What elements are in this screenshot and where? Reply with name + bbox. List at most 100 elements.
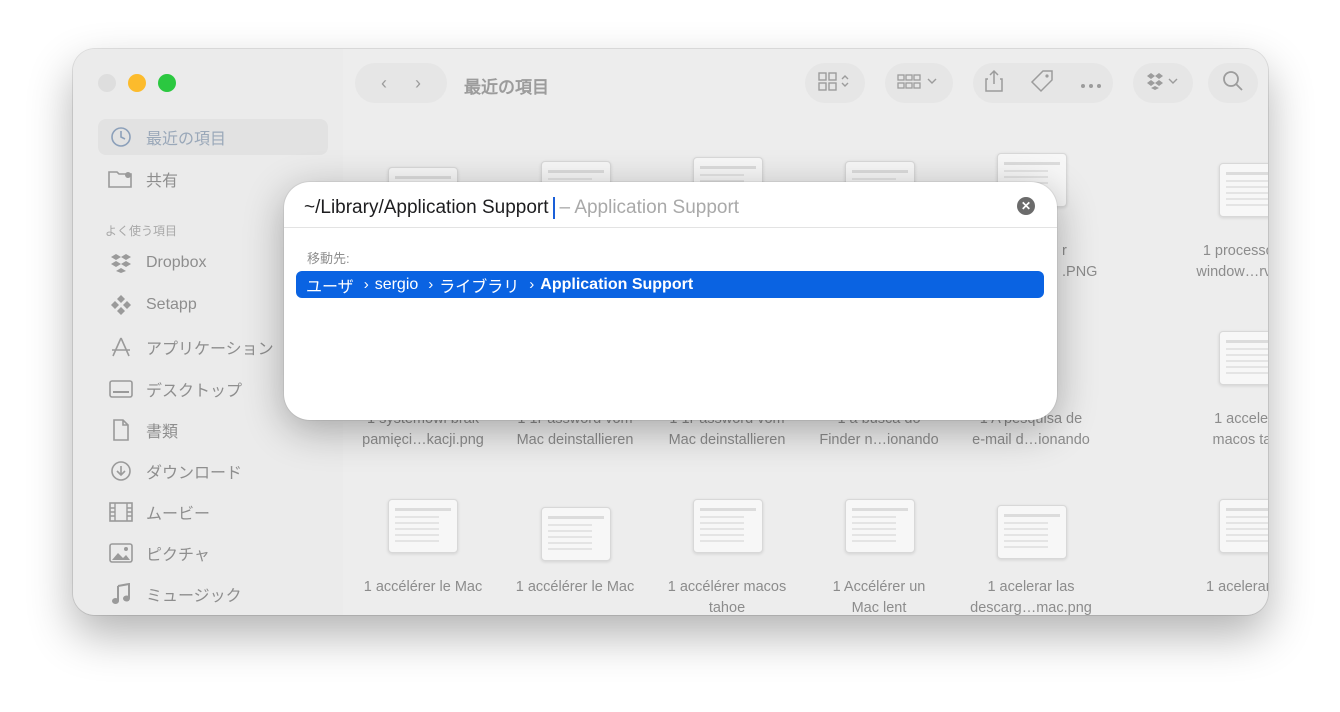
file-name-line1: r [1062, 243, 1067, 259]
file-name-line2: Mac lent [851, 600, 907, 615]
file-thumbnail[interactable] [1219, 331, 1268, 385]
divider [284, 227, 1057, 228]
sidebar-item-movies[interactable]: ムービー [98, 494, 328, 530]
file-name-line2: Mac deinstallieren [668, 432, 786, 448]
close-icon: ✕ [1020, 199, 1032, 213]
breadcrumb-item-current: Application Support [540, 275, 694, 293]
breadcrumb-item: ユーザ [306, 278, 354, 296]
setapp-icon [108, 294, 134, 316]
file-item[interactable]: 1 acelerar las descarg…mac.png [956, 577, 1106, 615]
path-completion-hint: – Application Support [559, 197, 740, 218]
more-icon[interactable] [1080, 73, 1102, 94]
file-item[interactable]: 1 accélérer macos tahoe [652, 577, 802, 615]
file-name-line2: Mac deinstallieren [516, 432, 634, 448]
share-icon[interactable] [984, 69, 1004, 98]
go-to-folder-dialog: ~/Library/Application Support – Applicat… [284, 182, 1057, 420]
dropbox-icon [1146, 72, 1180, 95]
chevron-right-icon: › [529, 276, 535, 293]
search-icon [1222, 70, 1244, 97]
nav-buttons: ‹ › [355, 63, 447, 103]
sidebar-item-label: ピクチャ [146, 547, 210, 564]
file-item[interactable]: 1 accelerare macos tahoe [1179, 409, 1268, 451]
film-icon [108, 501, 134, 523]
sidebar-item-label: Setapp [146, 296, 197, 313]
sidebar-item-music[interactable]: ミュージック [98, 576, 328, 612]
path-input-text: ~/Library/Application Support [304, 197, 549, 218]
file-item[interactable]: 1 accélérer le Mac [348, 577, 498, 598]
chevron-right-icon: › [363, 276, 369, 293]
sidebar-item-label: デスクトップ [146, 383, 243, 400]
file-item[interactable]: 1 processo mac window…rver.png [1179, 241, 1268, 283]
forward-button[interactable]: › [415, 73, 421, 94]
clear-input-button[interactable]: ✕ [1017, 197, 1035, 215]
file-thumbnail[interactable] [845, 499, 915, 553]
dropbox-icon [108, 252, 134, 274]
text-caret [552, 197, 555, 219]
sidebar-item-documents[interactable]: 書類 [98, 412, 328, 448]
clock-icon [108, 126, 134, 148]
breadcrumb-item: sergio [374, 275, 419, 293]
file-name-line2: .PNG [1062, 264, 1098, 280]
sidebar-item-label: ムービー [146, 506, 211, 523]
action-buttons [973, 63, 1113, 103]
file-thumbnail[interactable] [1219, 499, 1268, 553]
close-window-button[interactable] [98, 74, 116, 92]
shared-folder-icon [108, 168, 134, 190]
sidebar-item-label: ダウンロード [146, 465, 243, 482]
path-input[interactable]: ~/Library/Application Support – Applicat… [304, 194, 739, 222]
back-button[interactable]: ‹ [381, 73, 387, 94]
file-name-line1: 1 processo mac [1202, 243, 1268, 259]
document-icon [108, 419, 134, 441]
download-icon [108, 460, 134, 482]
window-title: 最近の項目 [464, 78, 549, 97]
file-name-line2: pamięci…kacji.png [362, 432, 484, 448]
file-item[interactable]: r .PNG [1062, 241, 1102, 283]
goto-label: 移動先: [307, 251, 350, 266]
file-name-line2: descarg…mac.png [970, 600, 1092, 615]
sidebar-item-label: 書類 [146, 424, 179, 441]
grid-view-icon [818, 71, 852, 96]
file-thumbnail[interactable] [1219, 163, 1268, 217]
group-icon [897, 71, 941, 96]
file-item[interactable]: 1 acelerar mac [1179, 577, 1268, 598]
applications-icon [108, 336, 134, 358]
sidebar-item-downloads[interactable]: ダウンロード [98, 453, 328, 489]
music-note-icon [108, 583, 134, 605]
file-thumbnail[interactable] [541, 507, 611, 561]
file-thumbnail[interactable] [997, 505, 1067, 559]
file-name-line1: 1 accelerare [1214, 411, 1268, 427]
file-name-line1: 1 acelerar mac [1206, 579, 1268, 595]
photo-icon [108, 542, 134, 564]
search-button[interactable] [1208, 63, 1258, 103]
zoom-window-button[interactable] [158, 74, 176, 92]
file-name-line2: window…rver.png [1196, 264, 1268, 280]
file-thumbnail[interactable] [388, 499, 458, 553]
file-name-line1: 1 accélérer macos [667, 579, 787, 595]
sidebar-item-label: 最近の項目 [146, 131, 227, 148]
file-name-line1: 1 accélérer le Mac [515, 579, 635, 595]
sidebar-item-recents[interactable]: 最近の項目 [98, 119, 328, 155]
file-name-line2: Finder n…ionando [819, 432, 939, 448]
sidebar-item-pictures[interactable]: ピクチャ [98, 535, 328, 571]
file-thumbnail[interactable] [693, 499, 763, 553]
sidebar-item-label: ミュージック [146, 588, 242, 605]
file-name-line2: e-mail d…ionando [972, 432, 1090, 448]
group-button[interactable] [885, 63, 953, 103]
view-mode-button[interactable] [805, 63, 865, 103]
file-name-line1: 1 Accélérer un [832, 579, 926, 595]
file-name-line2: tahoe [708, 600, 746, 615]
sidebar-section-favorites: よく使う項目 [105, 224, 178, 238]
minimize-window-button[interactable] [128, 74, 146, 92]
path-suggestion-row[interactable]: ユーザ › sergio › ライブラリ › Application Suppo… [296, 271, 1044, 298]
dropbox-menu-button[interactable] [1133, 63, 1193, 103]
file-name-line2: macos tahoe [1212, 432, 1268, 448]
sidebar-item-label: アプリケーション [146, 341, 274, 358]
file-name-line1: 1 acelerar las [987, 579, 1075, 595]
file-name-line1: 1 accélérer le Mac [363, 579, 483, 595]
file-item[interactable]: 1 Accélérer un Mac lent [804, 577, 954, 615]
file-item[interactable]: 1 accélérer le Mac [500, 577, 650, 598]
sidebar-item-label: 共有 [146, 173, 179, 190]
tag-icon[interactable] [1030, 69, 1054, 98]
sidebar-item-label: Dropbox [146, 254, 207, 271]
breadcrumb-item: ライブラリ [439, 278, 520, 296]
